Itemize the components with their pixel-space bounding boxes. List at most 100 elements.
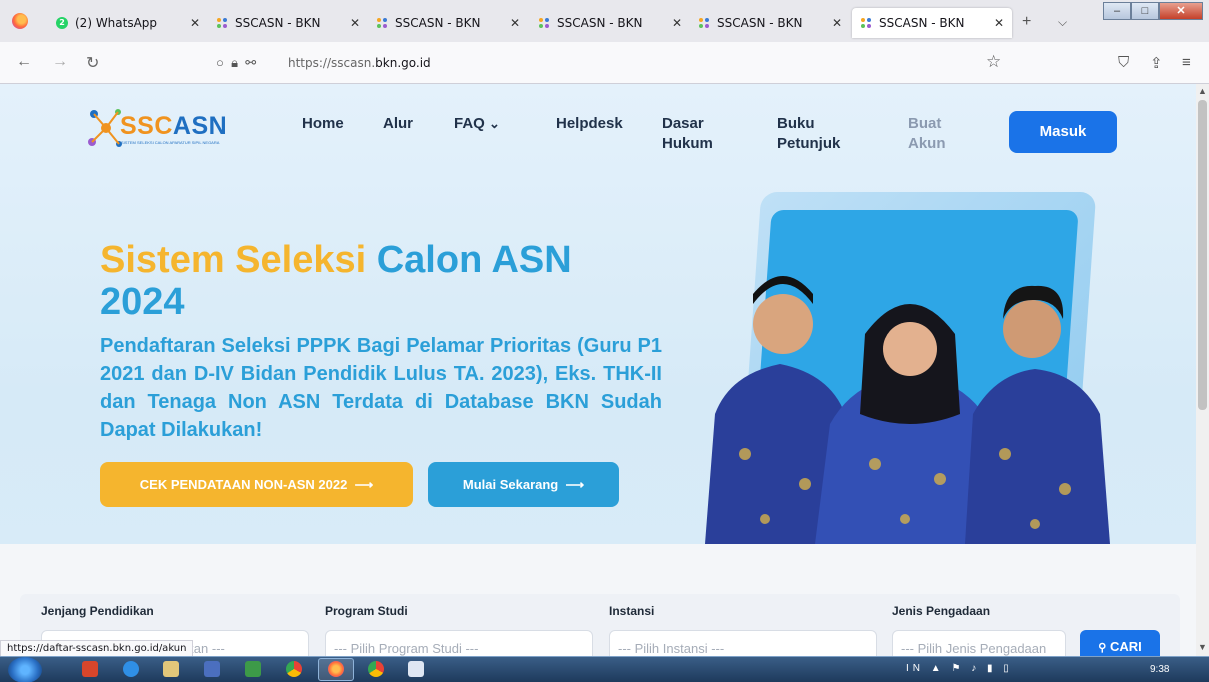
url-security-icons[interactable]: ○ 🔒︎ ⚯: [216, 55, 256, 71]
forward-icon[interactable]: →: [52, 53, 68, 71]
clock[interactable]: 9:38: [1150, 664, 1169, 675]
minimize-icon[interactable]: –: [1103, 2, 1131, 20]
hero-title-blue: Calon ASN: [376, 239, 572, 281]
instansi-label: Instansi: [609, 604, 655, 618]
tab-title: SSCASN - BKN: [717, 16, 803, 30]
excel-icon[interactable]: [245, 661, 261, 677]
nav-buku-line2: Petunjuk: [777, 135, 841, 152]
firefox-icon[interactable]: [328, 661, 344, 677]
nav-buat-akun[interactable]: Buat Akun: [908, 114, 946, 154]
chrome-icon[interactable]: [368, 661, 384, 677]
tab-title: SSCASN - BKN: [235, 16, 321, 30]
nav-buat-line1: Buat: [908, 115, 942, 132]
nav-alur[interactable]: Alur: [383, 114, 413, 134]
close-icon[interactable]: ✕: [350, 16, 360, 30]
tab-title: SSCASN - BKN: [395, 16, 481, 30]
close-icon[interactable]: ✕: [672, 16, 682, 30]
nav-faq[interactable]: FAQ ⌄: [454, 114, 500, 134]
start-button[interactable]: [8, 657, 42, 682]
page-viewport: SSCASN SISTEM SELEKSI CALON APARATUR SIP…: [0, 84, 1196, 656]
windows-taskbar: IN ▲ ⚑ ♪ ▮ ▯ 9:38: [0, 656, 1209, 682]
close-icon[interactable]: ✕: [832, 16, 842, 30]
hero-subtitle: Pendaftaran Seleksi PPPK Bagi Pelamar Pr…: [100, 335, 662, 441]
arrow-right-icon: ⟶: [561, 477, 585, 492]
nav-buku-line1: Buku: [777, 115, 815, 132]
close-icon[interactable]: ✕: [994, 16, 1004, 30]
close-icon[interactable]: ✕: [510, 16, 520, 30]
page-scrollbar[interactable]: ▲ ▼: [1196, 84, 1209, 656]
office-app-icon[interactable]: [82, 661, 98, 677]
pengadaan-select[interactable]: --- Pilih Jenis Pengadaan: [892, 630, 1066, 656]
sscasn-favicon: [538, 17, 550, 29]
internet-explorer-icon[interactable]: [123, 661, 139, 677]
maximize-icon[interactable]: □: [1131, 2, 1159, 20]
tab-sscasn-4[interactable]: SSCASN - BKN ✕: [690, 8, 850, 38]
nav-home[interactable]: Home: [302, 114, 344, 134]
cek-pendataan-label: CEK PENDATAAN NON-ASN 2022: [139, 477, 348, 492]
pengadaan-label: Jenis Pengadaan: [892, 604, 991, 618]
instansi-select[interactable]: --- Pilih Instansi ---: [609, 630, 877, 656]
cari-button[interactable]: ⚲ CARI: [1080, 630, 1160, 656]
hero-title-gold: Sistem Seleksi: [100, 239, 367, 281]
jenjang-label: Jenjang Pendidikan: [41, 604, 154, 618]
scroll-down-icon[interactable]: ▼: [1198, 642, 1207, 652]
nav-helpdesk[interactable]: Helpdesk: [556, 114, 623, 134]
word-icon[interactable]: [408, 661, 424, 677]
mulai-sekarang-button[interactable]: Mulai Sekarang ⟶: [428, 462, 619, 507]
mulai-sekarang-label: Mulai Sekarang: [462, 477, 559, 492]
tab-sscasn-1[interactable]: SSCASN - BKN ✕: [208, 8, 368, 38]
whatsapp-icon: 2: [56, 17, 68, 29]
close-icon[interactable]: ✕: [190, 16, 200, 30]
cari-label: CARI: [1109, 639, 1142, 654]
hero-title-year: 2024: [100, 281, 185, 323]
tab-title: (2) WhatsApp: [75, 16, 158, 30]
browser-nav-bar: ← → ↻ ○ 🔒︎ ⚯ https://sscasn.bkn.go.id ☆ …: [0, 42, 1209, 84]
sscasn-logo[interactable]: SSCASN SISTEM SELEKSI CALON APARATUR SIP…: [86, 106, 236, 156]
tab-whatsapp[interactable]: 2 (2) WhatsApp ✕: [48, 8, 208, 38]
tab-title: SSCASN - BKN: [879, 16, 965, 30]
firefox-menu-icon[interactable]: [12, 13, 28, 29]
tab-sscasn-active[interactable]: SSCASN - BKN ✕: [852, 8, 1012, 38]
cek-pendataan-button[interactable]: CEK PENDATAAN NON-ASN 2022 ⟶: [100, 462, 413, 507]
browser-tab-bar: 2 (2) WhatsApp ✕ SSCASN - BKN ✕ SSCASN -…: [0, 0, 1209, 42]
pocket-icon[interactable]: ⛉: [1118, 54, 1129, 71]
prodi-select[interactable]: --- Pilih Program Studi ---: [325, 630, 593, 656]
chrome-icon[interactable]: [286, 661, 302, 677]
scrollbar-thumb[interactable]: [1198, 100, 1207, 410]
nav-buat-line2: Akun: [908, 135, 946, 152]
logo-tagline: SISTEM SELEKSI CALON APARATUR SIPIL NEGA…: [121, 140, 220, 145]
sscasn-favicon: [216, 17, 228, 29]
nav-buku-petunjuk[interactable]: Buku Petunjuk: [777, 114, 840, 154]
url-bar[interactable]: https://sscasn.bkn.go.id: [288, 56, 431, 70]
bookmark-star-icon[interactable]: ☆: [986, 52, 1001, 72]
chevron-down-icon: ⌄: [489, 116, 500, 131]
nav-dasar-hukum-line1: Dasar: [662, 115, 704, 132]
new-tab-icon[interactable]: +: [1022, 13, 1031, 31]
tab-sscasn-2[interactable]: SSCASN - BKN ✕: [368, 8, 528, 38]
hamburger-menu-icon[interactable]: ≡: [1182, 54, 1191, 71]
back-icon[interactable]: ←: [16, 53, 32, 71]
window-controls: – □ ✕: [1103, 2, 1203, 20]
hero-title: Sistem Seleksi Calon ASN 2024: [100, 239, 572, 323]
system-tray[interactable]: IN ▲ ⚑ ♪ ▮ ▯: [906, 663, 1013, 674]
logo-text: SSCASN: [120, 112, 228, 140]
nav-faq-label: FAQ: [454, 115, 485, 132]
media-player-icon[interactable]: [204, 661, 220, 677]
sscasn-favicon: [698, 17, 710, 29]
share-icon[interactable]: ⇪: [1150, 54, 1163, 72]
sscasn-favicon: [860, 17, 872, 29]
chevron-down-icon[interactable]: ⌵: [1058, 15, 1067, 30]
nav-dasar-hukum-line2: Hukum: [662, 135, 713, 152]
scroll-up-icon[interactable]: ▲: [1198, 86, 1207, 96]
tab-sscasn-3[interactable]: SSCASN - BKN ✕: [530, 8, 690, 38]
language-indicator[interactable]: IN: [906, 663, 924, 674]
hero-people-illustration: [705, 276, 1110, 544]
prodi-label: Program Studi: [325, 604, 408, 618]
file-explorer-icon[interactable]: [163, 661, 179, 677]
nav-dasar-hukum[interactable]: Dasar Hukum: [662, 114, 713, 154]
sscasn-favicon: [376, 17, 388, 29]
close-window-icon[interactable]: ✕: [1159, 2, 1203, 20]
reload-icon[interactable]: ↻: [86, 53, 99, 73]
masuk-button[interactable]: Masuk: [1009, 111, 1117, 153]
tab-title: SSCASN - BKN: [557, 16, 643, 30]
